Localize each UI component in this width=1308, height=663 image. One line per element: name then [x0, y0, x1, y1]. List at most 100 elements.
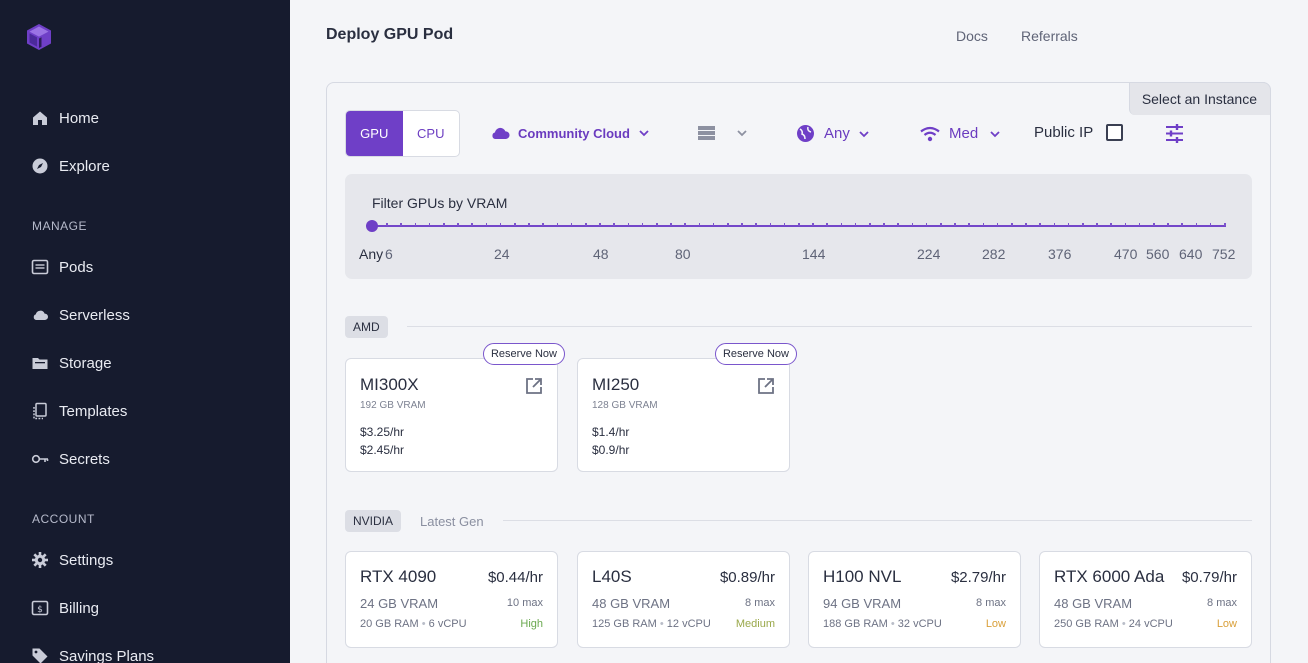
gpu-card-rtx-6000-ada[interactable]: RTX 6000 Ada $0.79/hr 48 GB VRAM 8 max 2…: [1039, 551, 1252, 648]
vram-slider-track[interactable]: [372, 223, 1226, 227]
reserve-now-button[interactable]: Reserve Now: [482, 343, 565, 365]
vram-label: 640: [1179, 246, 1203, 262]
external-link-icon[interactable]: [525, 377, 543, 395]
vram-slider-tick: [883, 223, 885, 226]
gpu-price-secondary: $0.9/hr: [592, 443, 630, 457]
key-icon: [31, 450, 49, 468]
vram-slider-tick: [471, 223, 473, 226]
vram-slider-tick: [698, 223, 701, 226]
gpu-specs: 20 GB RAM • 6 vCPU: [360, 618, 467, 630]
region-label: Any: [824, 125, 850, 142]
vram-slider-tick: [400, 223, 402, 226]
gpu-ram: 188 GB RAM: [823, 618, 888, 630]
public-ip-checkbox[interactable]: [1106, 124, 1124, 141]
vram-label: 376: [1048, 246, 1072, 262]
vram-slider-thumb[interactable]: [366, 220, 378, 232]
gpu-card-h100-nvl[interactable]: H100 NVL $2.79/hr 94 GB VRAM 8 max 188 G…: [808, 551, 1021, 648]
sidebar-item-secrets[interactable]: Secrets: [31, 447, 110, 471]
vram-slider-tick: [1067, 223, 1070, 226]
vram-slider-tick: [769, 223, 772, 226]
gpu-card-rtx-4090[interactable]: RTX 4090 $0.44/hr 24 GB VRAM 10 max 20 G…: [345, 551, 558, 648]
sidebar-item-label: Settings: [59, 551, 114, 569]
vram-slider-tick: [1209, 223, 1212, 226]
gpu-price-primary: $3.25/hr: [360, 425, 405, 439]
sidebar-item-home[interactable]: Home: [31, 106, 99, 130]
sidebar-item-templates[interactable]: Templates: [31, 399, 127, 423]
vram-slider-tick: [1011, 223, 1013, 226]
gpu-card-mi300x[interactable]: Reserve Now MI300X 192 GB VRAM $3.25/hr …: [345, 343, 565, 472]
gpu-specs: 125 GB RAM • 12 vCPU: [592, 618, 711, 630]
gpu-card-mi250[interactable]: Reserve Now MI250 128 GB VRAM $1.4/hr $0…: [577, 343, 797, 472]
public-ip-label: Public IP: [1034, 124, 1094, 141]
vram-slider-tick: [457, 223, 459, 226]
filter-settings-icon[interactable]: [1165, 124, 1184, 143]
section-label-manage: MANAGE: [32, 219, 88, 233]
vram-slider-tick: [570, 223, 573, 226]
latest-gen-label: Latest Gen: [420, 514, 484, 529]
sidebar-item-savings-plans[interactable]: Savings Plans: [31, 644, 154, 663]
reserve-now-button[interactable]: Reserve Now: [714, 343, 797, 365]
vram-slider-tick: [1039, 223, 1041, 226]
vram-slider-tick: [982, 223, 985, 226]
vram-slider-tick: [1025, 223, 1027, 226]
gpu-vram: 24 GB VRAM: [360, 596, 439, 611]
vram-slider-tick: [1181, 223, 1183, 226]
sidebar-item-pods[interactable]: Pods: [31, 255, 93, 279]
vram-slider-tick: [1224, 223, 1226, 226]
sidebar-item-explore[interactable]: Explore: [31, 154, 110, 178]
gpu-vcpu: 12 vCPU: [666, 618, 711, 630]
vram-slider-tick: [727, 223, 729, 226]
sidebar-item-label: Templates: [59, 402, 128, 420]
gpu-vram: 48 GB VRAM: [592, 596, 671, 611]
vram-slider-tick: [854, 223, 857, 226]
vram-slider-tick: [968, 223, 970, 226]
vram-slider-tick: [514, 223, 516, 226]
storage-type-dropdown[interactable]: [697, 125, 748, 141]
gpu-price: $0.79/hr: [1181, 569, 1237, 586]
gpu-vram: 48 GB VRAM: [1054, 596, 1133, 611]
billing-icon: $: [31, 599, 49, 617]
region-dropdown[interactable]: Any: [796, 124, 870, 143]
gpu-name: MI250: [592, 375, 640, 394]
gpu-specs: 188 GB RAM • 32 vCPU: [823, 618, 942, 630]
chevron-down-icon: [639, 130, 649, 137]
network-speed-dropdown[interactable]: Med: [920, 125, 1001, 142]
sidebar-item-billing[interactable]: $ Billing: [31, 596, 99, 620]
chevron-down-icon: [990, 130, 1000, 137]
gpu-vcpu: 6 vCPU: [428, 618, 467, 630]
cpu-toggle-button[interactable]: CPU: [403, 111, 460, 156]
gpu-vcpu: 24 vCPU: [1128, 618, 1173, 630]
gpu-price-primary: $1.4/hr: [592, 425, 630, 439]
docs-link[interactable]: Docs: [956, 28, 988, 44]
logo-cube-icon[interactable]: [26, 23, 52, 51]
instance-panel: Select an Instance GPU CPU Community Clo…: [326, 82, 1271, 663]
sidebar-item-label: Home: [59, 109, 100, 127]
referrals-link[interactable]: Referrals: [1021, 28, 1078, 44]
gpu-ram: 20 GB RAM: [360, 618, 419, 630]
sidebar-item-settings[interactable]: Settings: [31, 548, 113, 572]
section-label-account: ACCOUNT: [32, 512, 95, 526]
folder-icon: [31, 354, 49, 372]
external-link-icon[interactable]: [757, 377, 775, 395]
availability-badge: Low: [1216, 618, 1237, 630]
public-ip-filter[interactable]: Public IP: [1034, 124, 1124, 141]
vram-label: 282: [982, 246, 1006, 262]
vram-slider-tick: [1167, 223, 1169, 226]
vram-slider-tick: [712, 223, 715, 226]
vram-slider-tick: [911, 223, 914, 226]
gpu-max: 8 max: [976, 597, 1006, 609]
vram-slider-tick: [925, 223, 928, 226]
cloud-type-dropdown[interactable]: Community Cloud: [489, 125, 650, 141]
amd-group-tag: AMD: [345, 316, 388, 338]
sidebar-item-storage[interactable]: Storage: [31, 351, 112, 375]
gpu-card-l40s[interactable]: L40S $0.89/hr 48 GB VRAM 8 max 125 GB RA…: [577, 551, 790, 648]
availability-badge: High: [520, 618, 543, 630]
sidebar-item-serverless[interactable]: Serverless: [31, 303, 130, 327]
gpu-name: L40S: [592, 567, 632, 586]
vram-slider-tick: [613, 223, 615, 226]
vram-slider-tick: [670, 223, 672, 226]
chevron-down-icon: [737, 130, 747, 137]
sidebar-item-label: Storage: [59, 354, 112, 372]
gpu-price: $0.89/hr: [719, 569, 775, 586]
gpu-toggle-button[interactable]: GPU: [346, 111, 403, 156]
